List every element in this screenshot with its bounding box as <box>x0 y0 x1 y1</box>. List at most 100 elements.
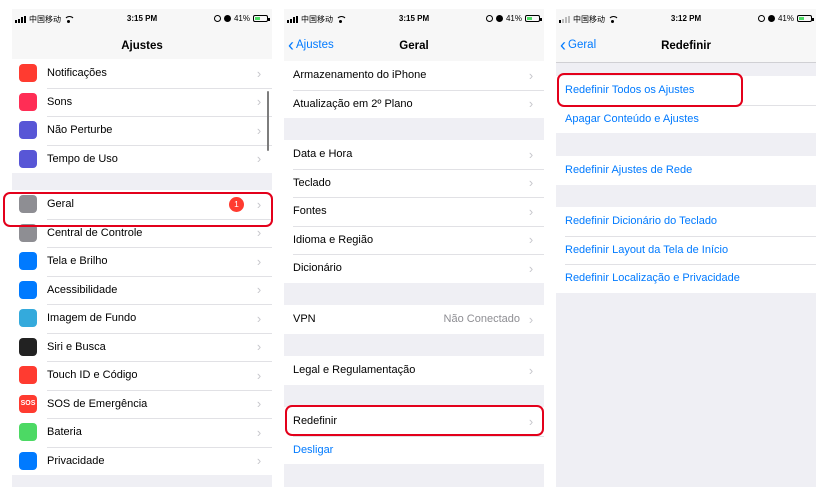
reset-option[interactable]: Apagar Conteúdo e Ajustes <box>556 104 816 134</box>
chevron-right-icon: › <box>256 151 262 167</box>
reset-option[interactable]: Redefinir Layout da Tela de Início <box>556 235 816 265</box>
settings-row[interactable]: Não Perturbe › <box>12 116 272 145</box>
settings-row[interactable]: Touch ID e Código › <box>12 361 272 390</box>
settings-row[interactable]: Tela e Brilho › <box>12 247 272 276</box>
chevron-right-icon: › <box>256 424 262 440</box>
settings-row[interactable]: SOS SOS de Emergência › <box>12 389 272 419</box>
settings-row[interactable]: Notificações › <box>12 59 272 88</box>
settings-row[interactable]: Atualização em 2º Plano › <box>284 89 544 119</box>
alarm-icon <box>223 15 231 22</box>
row-label: Redefinir Dicionário do Teclado <box>565 215 718 228</box>
reset-option[interactable]: Redefinir Localização e Privacidade <box>556 264 816 293</box>
divider <box>293 89 544 91</box>
divider <box>293 197 544 198</box>
battery-icon <box>525 15 542 22</box>
divider <box>47 275 272 277</box>
settings-row[interactable]: Siri e Busca › <box>12 332 272 362</box>
divider <box>47 218 272 220</box>
chevron-right-icon: › <box>528 232 534 248</box>
page-title: Ajustes <box>121 40 163 52</box>
row-label: Sons <box>47 95 73 108</box>
reset-option[interactable]: Redefinir Todos os Ajustes <box>556 76 816 105</box>
settings-row[interactable]: Teclado › <box>284 168 544 198</box>
settings-row[interactable]: Sons › <box>12 87 272 117</box>
reset-option[interactable]: Redefinir Dicionário do Teclado <box>556 207 816 236</box>
hourglass-icon <box>19 149 37 168</box>
divider <box>47 144 272 146</box>
row-label: Notificações <box>47 67 107 80</box>
chevron-right-icon: › <box>528 311 534 327</box>
battery-percent: 41% <box>505 14 522 23</box>
battery-icon <box>253 15 270 22</box>
settings-row[interactable]: Fontes › <box>284 197 544 226</box>
hand-icon <box>19 451 37 470</box>
sounds-icon <box>19 92 37 111</box>
divider <box>47 361 272 362</box>
settings-row[interactable]: Bateria › <box>12 418 272 447</box>
row-label: Tela e Brilho <box>47 255 108 268</box>
vpn-status: Não Conectado <box>443 313 520 326</box>
reset-row[interactable]: Redefinir › <box>284 407 544 436</box>
settings-group: Redefinir Dicionário do Teclado Redefinir… <box>556 207 816 293</box>
vpn-label: VPN <box>293 313 316 326</box>
settings-group: Armazenamento do iPhone › Atualização em 2… <box>284 61 544 118</box>
flower-icon <box>19 309 37 328</box>
chevron-right-icon: › <box>256 339 262 355</box>
divider <box>47 418 272 419</box>
chevron-right-icon: › <box>528 203 534 219</box>
divider <box>47 389 272 391</box>
settings-row[interactable]: Dicionário › <box>284 254 544 283</box>
alarm-icon <box>767 15 775 22</box>
alarm-icon <box>495 15 503 22</box>
row-label: Não Perturbe <box>47 124 113 137</box>
settings-row[interactable]: Idioma e Região › <box>284 225 544 255</box>
row-label: Tempo de Uso <box>47 152 118 165</box>
row-label: Idioma e Região <box>293 233 374 246</box>
row-label: Data e Hora <box>293 148 353 161</box>
settings-row[interactable]: Central de Controle › <box>12 218 272 248</box>
scrollbar[interactable] <box>267 91 269 151</box>
settings-row[interactable]: Privacidade › <box>12 446 272 476</box>
settings-row[interactable]: Imagem de Fundo › <box>12 304 272 333</box>
chevron-right-icon: › <box>528 260 534 276</box>
row-label: Acessibilidade <box>47 283 118 296</box>
battery-icon <box>19 423 37 442</box>
divider <box>565 264 816 265</box>
shutdown-row[interactable]: Desligar <box>284 435 544 465</box>
legal-label: Legal e Regulamentação <box>293 364 416 377</box>
chevron-right-icon: › <box>256 282 262 298</box>
row-label: Fontes <box>293 205 327 218</box>
settings-panel: 中国移动 3:15 PM 41% Ajustes Notificações › So… <box>12 9 272 487</box>
chevron-right-icon: › <box>528 146 534 162</box>
reset-option[interactable]: Redefinir Ajustes de Rede <box>556 156 816 185</box>
row-label: Bateria <box>47 426 82 439</box>
row-label: Redefinir Localização e Privacidade <box>565 272 740 285</box>
chevron-right-icon: › <box>528 175 534 191</box>
status-bar: 中国移动 3:12 PM 41% <box>556 9 816 27</box>
page-title: Redefinir <box>661 40 711 52</box>
legal-row[interactable]: Legal e Regulamentação › <box>284 356 544 385</box>
settings-group: Redefinir › Desligar <box>284 407 544 464</box>
row-label: Siri e Busca <box>47 340 106 353</box>
settings-row[interactable]: Data e Hora › <box>284 140 544 169</box>
accessibility-icon <box>19 280 37 299</box>
settings-row[interactable]: Armazenamento do iPhone › <box>284 61 544 90</box>
general-panel: 中国移动 3:15 PM 41% ‹ Ajustes Geral Armazena… <box>284 9 544 487</box>
status-bar: 中国移动 3:15 PM 41% <box>12 9 272 27</box>
fingerprint-icon <box>19 366 37 385</box>
reset-label: Redefinir <box>293 415 338 428</box>
row-label: Atualização em 2º Plano <box>293 97 413 110</box>
battery-percent: 41% <box>233 14 250 23</box>
divider <box>47 116 272 117</box>
status-bar: 中国移动 3:15 PM 41% <box>284 9 544 27</box>
switches-icon <box>19 223 37 242</box>
row-label: Redefinir Todos os Ajustes <box>565 84 695 97</box>
chevron-right-icon: › <box>256 396 262 412</box>
row-label: Touch ID e Código <box>47 369 138 382</box>
settings-row[interactable]: Acessibilidade › <box>12 275 272 305</box>
settings-row[interactable]: Geral 1 › <box>12 190 272 219</box>
settings-group: Data e Hora › Teclado › Fontes › Idioma e Regi… <box>284 140 544 283</box>
nav-bar: Ajustes <box>12 27 272 63</box>
vpn-row[interactable]: VPN Não Conectado › <box>284 305 544 334</box>
settings-row[interactable]: Tempo de Uso › <box>12 144 272 174</box>
